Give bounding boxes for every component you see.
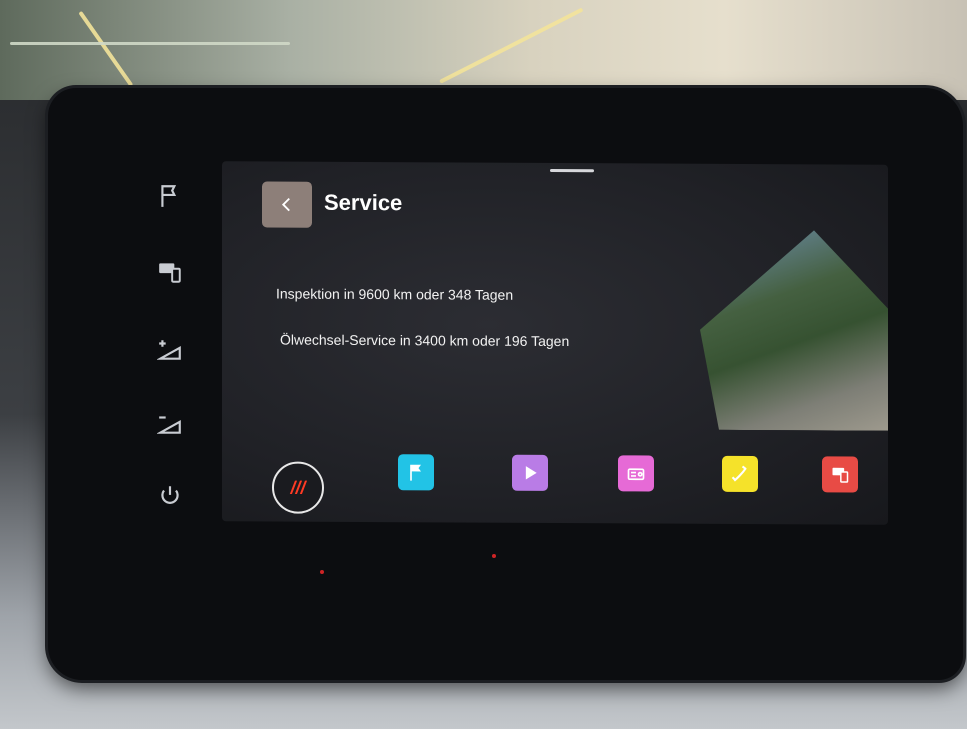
car-settings-icon	[832, 467, 849, 483]
oil-change-message: Ölwechsel-Service in 3400 km oder 196 Ta…	[280, 331, 570, 350]
indicator-led	[492, 554, 496, 558]
dock-media[interactable]	[512, 454, 548, 491]
radio-icon	[627, 468, 645, 481]
indicator-led	[320, 570, 324, 574]
volume-down-icon[interactable]	[150, 404, 190, 444]
dock-radio[interactable]	[618, 455, 654, 492]
dock-navigation[interactable]	[398, 454, 434, 491]
back-button[interactable]	[262, 181, 312, 228]
volume-up-icon[interactable]	[150, 330, 190, 370]
power-icon[interactable]	[150, 476, 190, 516]
navigation-flag-icon	[410, 464, 421, 481]
drag-handle[interactable]	[550, 168, 594, 173]
inspection-message: Inspektion in 9600 km oder 348 Tagen	[276, 285, 514, 303]
page-title: Service	[324, 189, 403, 216]
chevron-left-icon	[281, 197, 290, 212]
phone-icon	[731, 465, 747, 482]
flag-icon[interactable]	[150, 176, 190, 216]
home-button[interactable]: ///	[272, 461, 324, 514]
dock-car-settings[interactable]	[822, 456, 858, 493]
window-reflection	[700, 230, 888, 431]
media-play-icon	[525, 466, 537, 480]
dock-phone[interactable]	[722, 455, 758, 493]
keyboard-phone-icon[interactable]	[150, 252, 190, 292]
touch-screen: Service Inspektion in 9600 km oder 348 T…	[222, 161, 888, 525]
